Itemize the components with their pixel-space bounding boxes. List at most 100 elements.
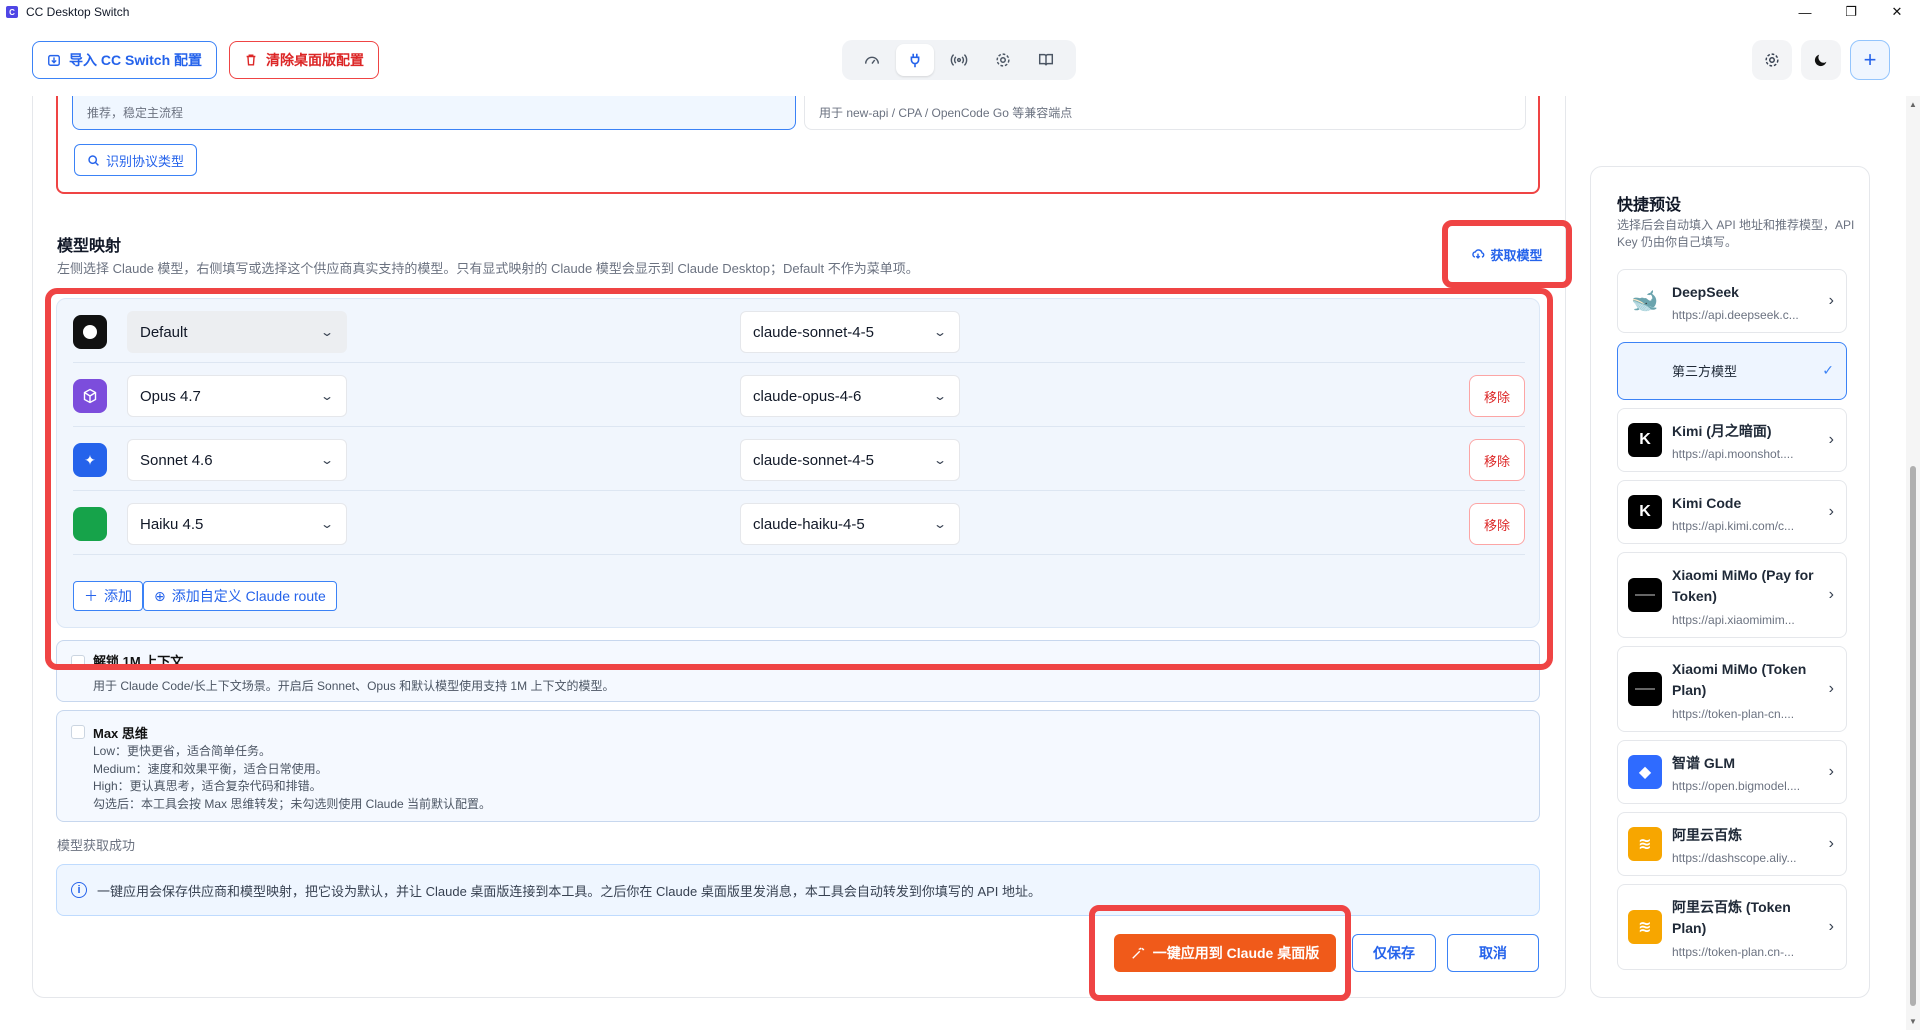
zhipu-logo-icon: ◆: [1628, 755, 1662, 789]
preset-card-kimi[interactable]: K Kimi (月之暗面) https://api.moonshot.... ›: [1617, 408, 1847, 472]
preset-url: https://token-plan.cn-...: [1672, 945, 1795, 959]
protocol-section: 推荐，稳定主流程 用于 new-api / CPA / OpenCode Go …: [56, 96, 1540, 194]
preset-card-aliyun-plan[interactable]: ≋ 阿里云百炼 (Token Plan) https://token-plan.…: [1617, 884, 1847, 970]
gauge-icon: [864, 56, 879, 65]
scrollbar[interactable]: ▲ ▼: [1906, 96, 1920, 1030]
providers-tab[interactable]: [896, 44, 935, 76]
import-icon: [48, 54, 60, 66]
preset-name: Xiaomi MiMo (Pay for Token): [1672, 567, 1814, 604]
max-thinking-description: Low：更快更省，适合简单任务。 Medium：速度和效果平衡，适合日常使用。 …: [93, 743, 491, 813]
preset-url: https://dashscope.aliy...: [1672, 851, 1797, 865]
protocol-option-compatible[interactable]: 用于 new-api / CPA / OpenCode Go 等兼容端点: [804, 96, 1526, 130]
scroll-up-icon[interactable]: ▲: [1909, 100, 1917, 109]
preset-card-third-party[interactable]: 第三方模型 ✓: [1617, 342, 1847, 400]
chevron-right-icon: ›: [1828, 763, 1834, 780]
clear-desktop-config-button[interactable]: 清除桌面版配置: [229, 41, 379, 79]
quick-presets-panel: 快捷预设 选择后会自动填入 API 地址和推荐模型，API Key 仍由你自己填…: [1590, 166, 1870, 998]
chevron-right-icon: ›: [1828, 835, 1834, 852]
chevron-right-icon: ›: [1828, 292, 1834, 309]
scrollbar-thumb[interactable]: [1910, 466, 1916, 1006]
moon-icon: [1814, 54, 1827, 67]
preset-url: https://api.deepseek.c...: [1672, 308, 1799, 322]
add-provider-button[interactable]: +: [1850, 40, 1890, 80]
settings-button[interactable]: [1752, 40, 1792, 80]
context-1m-description: 用于 Claude Code/长上下文场景。开启后 Sonnet、Opus 和默…: [93, 679, 615, 693]
chevron-right-icon: ›: [1828, 586, 1834, 603]
protocol-option-text: 用于 new-api / CPA / OpenCode Go 等兼容端点: [819, 106, 1073, 120]
detect-protocol-button[interactable]: 识别协议类型: [74, 144, 198, 176]
preset-name: DeepSeek: [1672, 284, 1739, 300]
thinking-line: 勾选后：本工具会按 Max 思维转发；未勾选则使用 Claude 当前默认配置。: [93, 796, 492, 811]
xiaomi-mimo-logo-icon: [1628, 578, 1662, 612]
xiaomi-mimo-logo-icon: [1628, 672, 1662, 706]
clear-label: 清除桌面版配置: [266, 52, 364, 68]
chevron-right-icon: ›: [1828, 503, 1834, 520]
wand-icon: [1132, 947, 1144, 959]
presets-title: 快捷预设: [1617, 197, 1682, 214]
check-icon: ✓: [1822, 362, 1834, 378]
fetch-models-button[interactable]: 获取模型: [1471, 245, 1543, 264]
preset-name: Kimi (月之暗面): [1672, 423, 1772, 439]
preset-name: 智谱 GLM: [1672, 755, 1735, 771]
chevron-right-icon: ›: [1828, 431, 1834, 448]
theme-toggle-button[interactable]: [1801, 40, 1841, 80]
info-icon: i: [71, 882, 87, 898]
chevron-right-icon: ›: [1828, 680, 1834, 697]
max-thinking-title: Max 思维: [93, 726, 148, 741]
section-description: 左侧选择 Claude 模型，右侧填写或选择这个供应商真实支持的模型。只有显式映…: [57, 261, 919, 276]
plus-icon: +: [1863, 47, 1877, 72]
apply-label: 一键应用到 Claude 桌面版: [1152, 945, 1320, 961]
mapping-highlight: [45, 288, 1553, 670]
thinking-line: High：更认真思考，适合复杂代码和排错。: [93, 779, 322, 793]
preset-card-xiaomi-plan[interactable]: Xiaomi MiMo (Token Plan) https://token-p…: [1617, 646, 1847, 732]
thinking-line: Medium：速度和效果平衡，适合日常使用。: [93, 761, 328, 776]
cloud-download-icon: [1472, 249, 1485, 259]
preset-url: https://api.xiaomimim...: [1672, 613, 1795, 627]
preset-url: https://api.kimi.com/c...: [1672, 519, 1795, 533]
import-label: 导入 CC Switch 配置: [69, 52, 203, 68]
preset-card-aliyun-bailian[interactable]: ≋ 阿里云百炼 https://dashscope.aliy... ›: [1617, 812, 1847, 876]
preset-url: https://token-plan-cn....: [1672, 707, 1795, 721]
cancel-button[interactable]: 取消: [1447, 934, 1539, 972]
max-thinking-option[interactable]: Max 思维 Low：更快更省，适合简单任务。 Medium：速度和效果平衡，适…: [56, 710, 1540, 822]
title-bar: C CC Desktop Switch — ❐ ✕: [0, 0, 1920, 24]
preset-name: Xiaomi MiMo (Token Plan): [1672, 661, 1807, 698]
kimi-logo-icon: K: [1628, 495, 1662, 529]
max-thinking-checkbox[interactable]: [71, 725, 85, 739]
preset-name: Kimi Code: [1672, 495, 1742, 511]
search-icon: [88, 154, 99, 166]
gear-icon: [996, 53, 1010, 67]
fetch-status-text: 模型获取成功: [57, 838, 136, 853]
maximize-button[interactable]: ❐: [1828, 0, 1874, 24]
chevron-right-icon: ›: [1828, 918, 1834, 935]
protocol-option-recommended[interactable]: 推荐，稳定主流程: [72, 96, 796, 130]
minimize-button[interactable]: —: [1782, 0, 1828, 24]
aliyun-logo-icon: ≋: [1628, 827, 1662, 861]
settings-tab[interactable]: [984, 44, 1022, 76]
preset-url: https://api.moonshot....: [1672, 447, 1794, 461]
info-text: 一键应用会保存供应商和模型映射，把它设为默认，并让 Claude 桌面版连接到本…: [97, 883, 1042, 899]
preset-card-xiaomi-pay[interactable]: Xiaomi MiMo (Pay for Token) https://api.…: [1617, 552, 1847, 638]
docs-tab[interactable]: [1027, 44, 1065, 76]
gear-icon: [1765, 53, 1779, 67]
broadcast-icon: [950, 54, 968, 66]
scroll-down-icon[interactable]: ▼: [1909, 1017, 1917, 1026]
protocol-option-text: 推荐，稳定主流程: [87, 106, 184, 120]
section-title: 模型映射: [57, 238, 122, 255]
broadcast-tab[interactable]: [940, 44, 978, 76]
apply-to-claude-desktop-button[interactable]: 一键应用到 Claude 桌面版: [1114, 934, 1336, 972]
view-switcher: [842, 40, 1076, 80]
preset-name: 阿里云百炼: [1672, 827, 1742, 843]
window-title: CC Desktop Switch: [26, 5, 130, 19]
preset-card-zhipu-glm[interactable]: ◆ 智谱 GLM https://open.bigmodel.... ›: [1617, 740, 1847, 804]
preset-card-deepseek[interactable]: 🐋 DeepSeek https://api.deepseek.c... ›: [1617, 269, 1847, 333]
import-cc-switch-button[interactable]: 导入 CC Switch 配置: [32, 41, 218, 79]
preset-card-kimi-code[interactable]: K Kimi Code https://api.kimi.com/c... ›: [1617, 480, 1847, 544]
dashboard-tab[interactable]: [853, 44, 891, 76]
deepseek-logo-icon: 🐋: [1628, 284, 1662, 318]
save-only-button[interactable]: 仅保存: [1352, 934, 1436, 972]
preset-name: 第三方模型: [1672, 364, 1738, 379]
close-button[interactable]: ✕: [1874, 0, 1920, 24]
preset-name: 阿里云百炼 (Token Plan): [1672, 899, 1791, 936]
aliyun-logo-icon: ≋: [1628, 910, 1662, 944]
